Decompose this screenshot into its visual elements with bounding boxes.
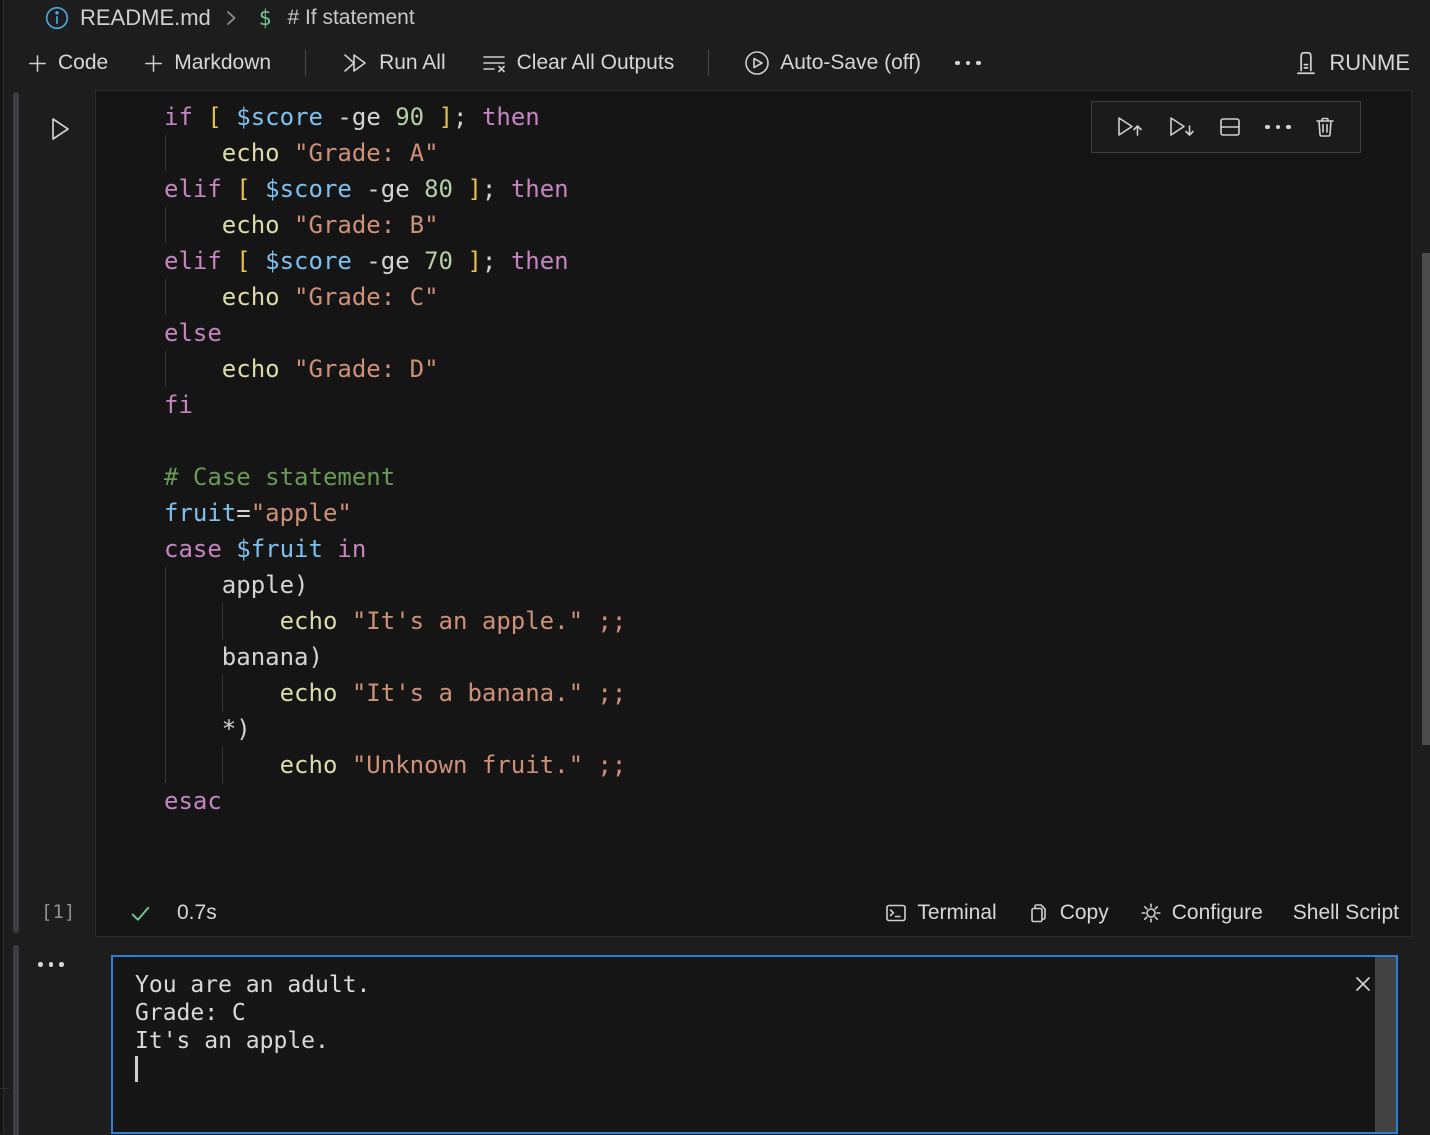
notebook-scrollbar[interactable] <box>1422 253 1430 745</box>
runme-label: RUNME <box>1329 50 1410 76</box>
toolbar-divider <box>708 50 709 76</box>
gear-icon <box>1139 901 1163 925</box>
cell-status-bar: 0.7s Terminal <box>96 890 1411 936</box>
add-code-label: Code <box>58 51 108 75</box>
add-markdown-label: Markdown <box>174 51 271 75</box>
configure-button[interactable]: Configure <box>1139 901 1263 925</box>
configure-label: Configure <box>1172 901 1263 925</box>
execution-duration: 0.7s <box>177 901 217 925</box>
cell-more-icon[interactable] <box>1265 125 1291 130</box>
chevron-right-icon <box>221 7 241 29</box>
output-focus-indicator <box>13 945 19 1135</box>
execute-below-icon[interactable] <box>1166 114 1196 140</box>
terminal-cursor <box>135 1056 138 1082</box>
output-terminal[interactable]: You are an adult.Grade: CIt's an apple. <box>111 955 1398 1134</box>
execute-above-icon[interactable] <box>1114 114 1144 140</box>
toolbar-more-icon[interactable] <box>955 61 981 66</box>
auto-save-icon <box>743 49 771 77</box>
add-markdown-cell-button[interactable]: Markdown <box>142 51 271 75</box>
info-icon[interactable] <box>44 5 70 31</box>
code-content[interactable]: if [ $score -ge 90 ]; then echo "Grade: … <box>164 99 626 819</box>
terminal-scrollbar[interactable] <box>1375 957 1396 1132</box>
breadcrumb-section[interactable]: # If statement <box>287 6 414 30</box>
success-check-icon <box>128 901 153 926</box>
plus-icon <box>26 52 49 75</box>
delete-cell-icon[interactable] <box>1312 114 1338 140</box>
cell-toolbar <box>1091 101 1361 153</box>
auto-save-toggle[interactable]: Auto-Save (off) <box>743 49 921 77</box>
terminal-label: Terminal <box>917 901 996 925</box>
run-all-button[interactable]: Run All <box>340 50 446 76</box>
split-cell-icon[interactable] <box>1217 114 1243 140</box>
toolbar-divider <box>305 50 306 76</box>
breadcrumb-file[interactable]: README.md <box>80 5 211 31</box>
run-all-label: Run All <box>379 51 446 75</box>
language-indicator[interactable]: Shell Script <box>1293 901 1399 925</box>
notebook-toolbar: Code Markdown Run All Clear All Outputs <box>0 36 1430 90</box>
cell-editor[interactable]: if [ $score -ge 90 ]; then echo "Grade: … <box>95 90 1412 937</box>
output-more-icon[interactable] <box>38 962 64 967</box>
auto-save-label: Auto-Save (off) <box>780 51 921 75</box>
terminal-icon <box>884 901 908 925</box>
execution-count: [1] <box>41 901 75 923</box>
close-output-icon[interactable] <box>1352 973 1374 995</box>
terminal-button[interactable]: Terminal <box>884 901 996 925</box>
copy-label: Copy <box>1060 901 1109 925</box>
clear-outputs-icon <box>480 50 508 76</box>
window-left-edge-border <box>3 0 4 1134</box>
window-left-edge-tick <box>0 1088 9 1089</box>
runme-icon <box>1293 49 1319 77</box>
clear-all-outputs-button[interactable]: Clear All Outputs <box>480 50 675 76</box>
clear-all-outputs-label: Clear All Outputs <box>517 51 675 75</box>
terminal-output-text: You are an adult.Grade: CIt's an apple. <box>135 971 370 1055</box>
copy-icon <box>1027 901 1051 925</box>
cell-focus-indicator <box>13 92 19 933</box>
add-code-cell-button[interactable]: Code <box>26 51 108 75</box>
run-cell-button[interactable] <box>44 112 76 146</box>
breadcrumb: README.md $ # If statement <box>0 0 1430 36</box>
copy-button[interactable]: Copy <box>1027 901 1109 925</box>
runme-brand[interactable]: RUNME <box>1293 49 1410 77</box>
breadcrumb-symbol[interactable]: $ <box>259 6 272 30</box>
plus-icon <box>142 52 165 75</box>
run-all-icon <box>340 50 370 76</box>
